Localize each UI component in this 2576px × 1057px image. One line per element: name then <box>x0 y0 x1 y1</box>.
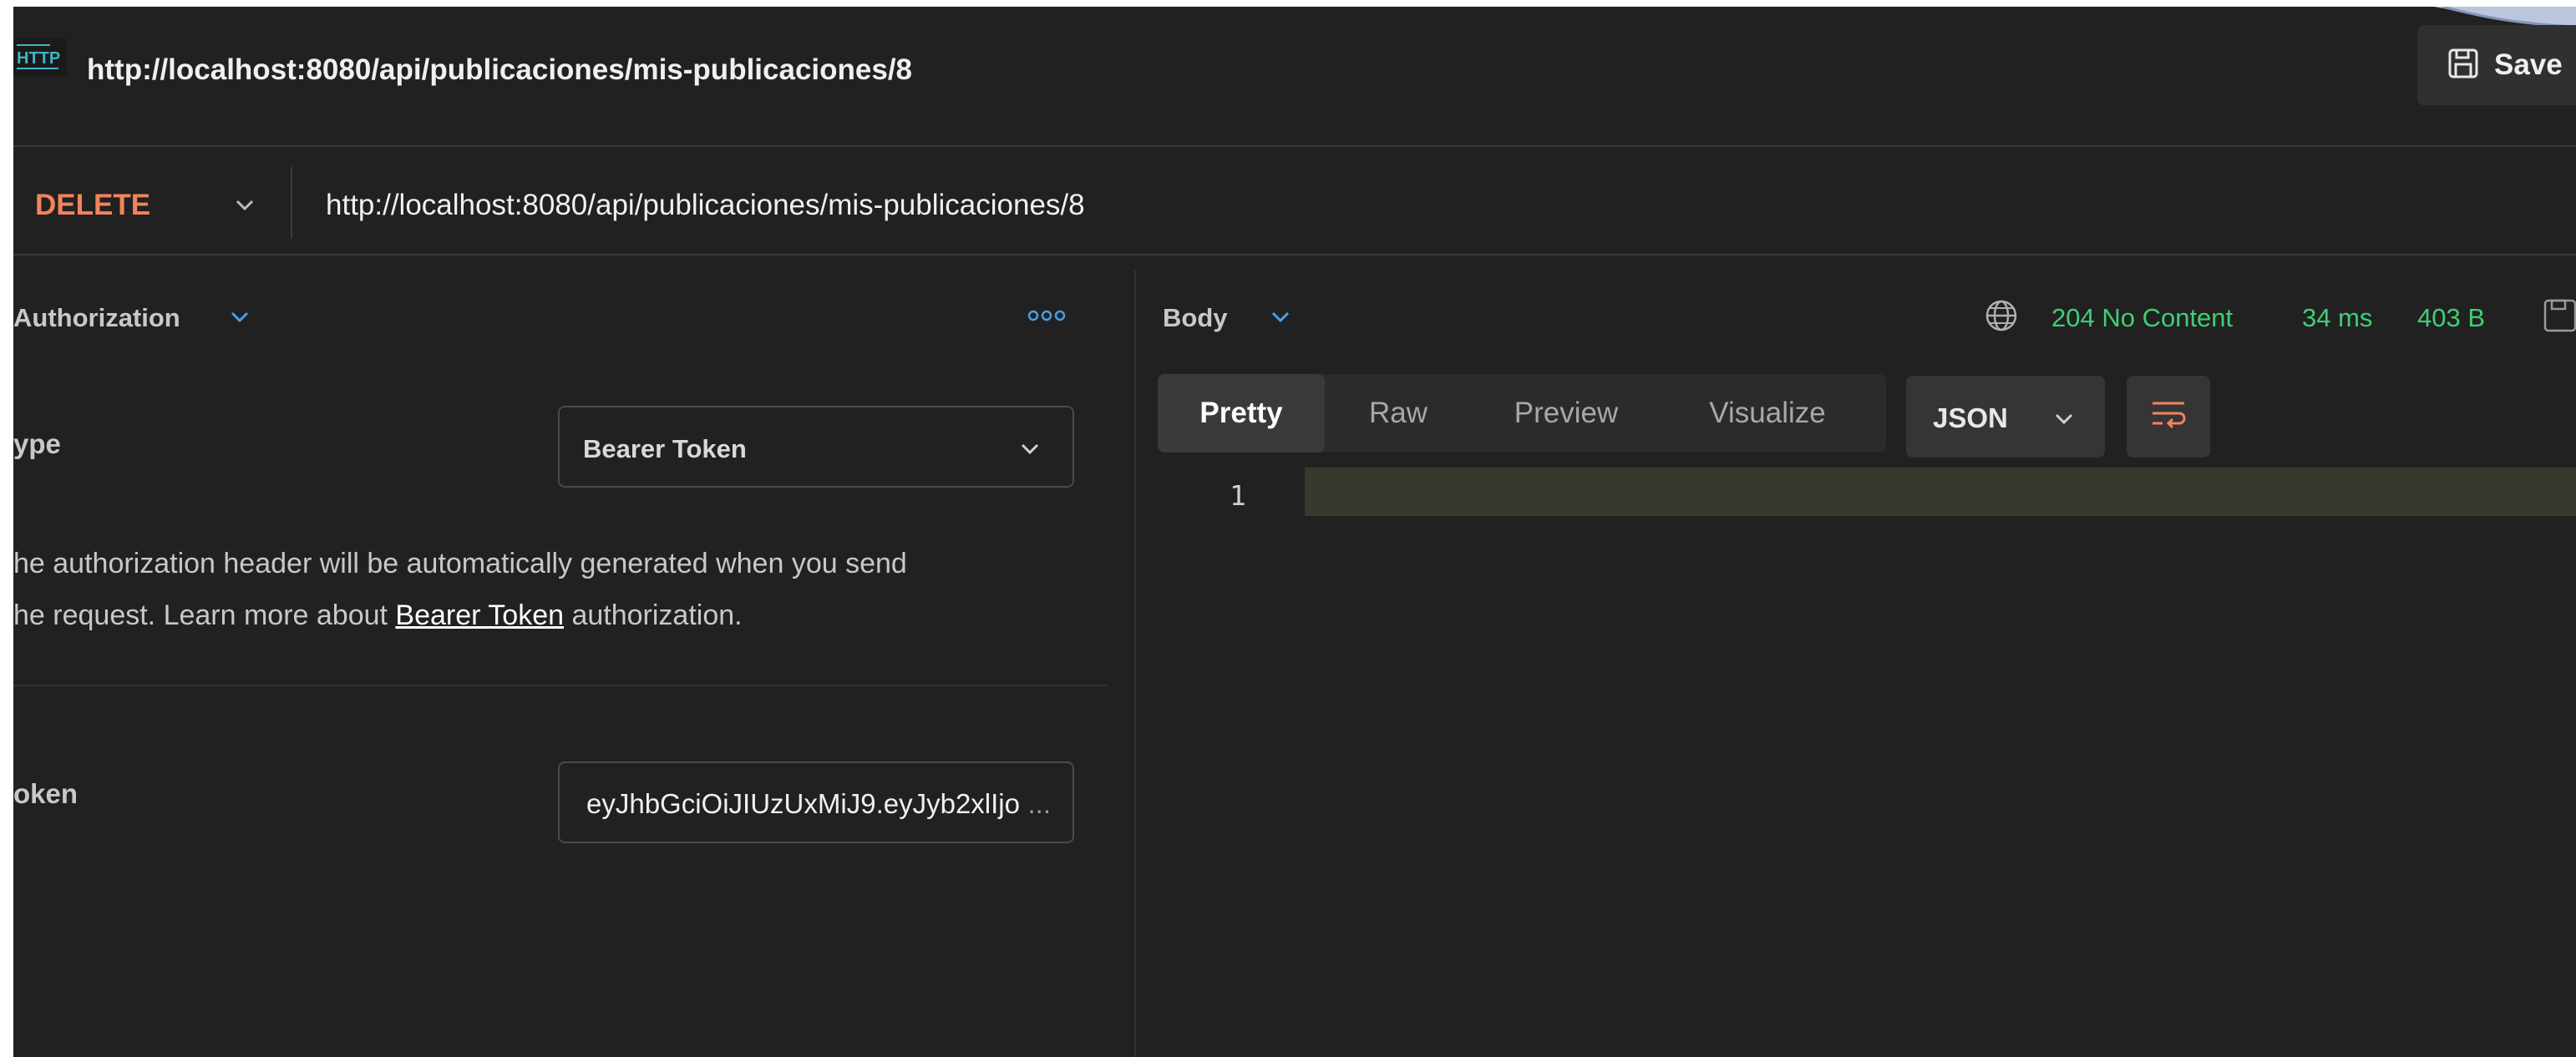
divider <box>13 254 2576 255</box>
line-number: 1 <box>1230 479 1246 512</box>
chevron-down-icon <box>1017 436 1042 465</box>
help-line-1: he authorization header will be automati… <box>13 548 907 579</box>
url-input[interactable]: http://localhost:8080/api/publicaciones/… <box>326 189 1085 222</box>
divider <box>291 167 292 239</box>
request-title[interactable]: http://localhost:8080/api/publicaciones/… <box>87 53 912 87</box>
auth-type-label: ype <box>13 428 61 459</box>
response-time[interactable]: 34 ms <box>2302 303 2372 333</box>
chevron-down-icon[interactable] <box>227 304 252 333</box>
tab-pretty[interactable]: Pretty <box>1158 374 1325 453</box>
tab-raw[interactable]: Raw <box>1325 374 1472 453</box>
tab-visualize[interactable]: Visualize <box>1661 374 1874 453</box>
response-view-tabs: Pretty Raw Preview Visualize <box>1158 374 1886 453</box>
divider <box>13 685 1108 686</box>
tab-authorization[interactable]: Authorization <box>13 303 180 333</box>
http-badge-text: HTTP <box>17 49 60 68</box>
request-title-bar: HTTP http://localhost:8080/api/publicaci… <box>13 7 2576 140</box>
help-line-2-suffix: authorization. <box>564 599 743 631</box>
http-method-select[interactable]: DELETE <box>35 189 150 222</box>
divider <box>13 145 2576 147</box>
token-label: oken <box>13 778 79 809</box>
token-ellipsis: ... <box>1027 788 1051 819</box>
tab-preview[interactable]: Preview <box>1472 374 1661 453</box>
postman-request-window: HTTP http://localhost:8080/api/publicaci… <box>13 7 2576 1057</box>
save-icon[interactable] <box>2543 297 2576 338</box>
more-options-icon[interactable] <box>1027 307 1066 328</box>
response-size[interactable]: 403 B <box>2417 303 2485 333</box>
format-value: JSON <box>1933 402 2008 433</box>
help-line-2: he request. Learn more about Bearer Toke… <box>13 589 1099 641</box>
save-button[interactable]: Save <box>2417 25 2576 105</box>
save-icon <box>2447 48 2479 83</box>
auth-type-value: Bearer Token <box>583 434 747 463</box>
save-button-label: Save <box>2494 48 2563 81</box>
wrap-lines-icon <box>2149 398 2188 436</box>
response-status[interactable]: 204 No Content <box>2051 303 2233 333</box>
token-input[interactable]: eyJhbGciOiJIUzUxMiJ9.eyJyb2xlIjoiVVNFUiI… <box>558 761 1074 843</box>
chevron-down-icon[interactable] <box>232 192 257 221</box>
chevron-down-icon[interactable] <box>1268 304 1293 333</box>
token-value: eyJhbGciOiJIUzUxMiJ9.eyJyb2xlIjoiVVNFUiI… <box>586 788 1021 819</box>
help-line-2-prefix: he request. Learn more about <box>13 599 396 631</box>
bearer-token-link[interactable]: Bearer Token <box>395 599 564 631</box>
response-body-tab[interactable]: Body <box>1163 303 1228 333</box>
http-request-icon: HTTP <box>13 38 67 75</box>
wrap-lines-button[interactable] <box>2127 376 2210 458</box>
chevron-down-icon <box>2051 406 2077 435</box>
auth-help-text: he authorization header will be automati… <box>13 538 1099 641</box>
auth-type-select[interactable]: Bearer Token <box>558 406 1074 488</box>
response-editor-line[interactable] <box>1305 468 2576 516</box>
format-select[interactable]: JSON <box>1906 376 2105 458</box>
globe-icon[interactable] <box>1983 297 2020 338</box>
pane-divider[interactable] <box>1134 271 1136 1057</box>
